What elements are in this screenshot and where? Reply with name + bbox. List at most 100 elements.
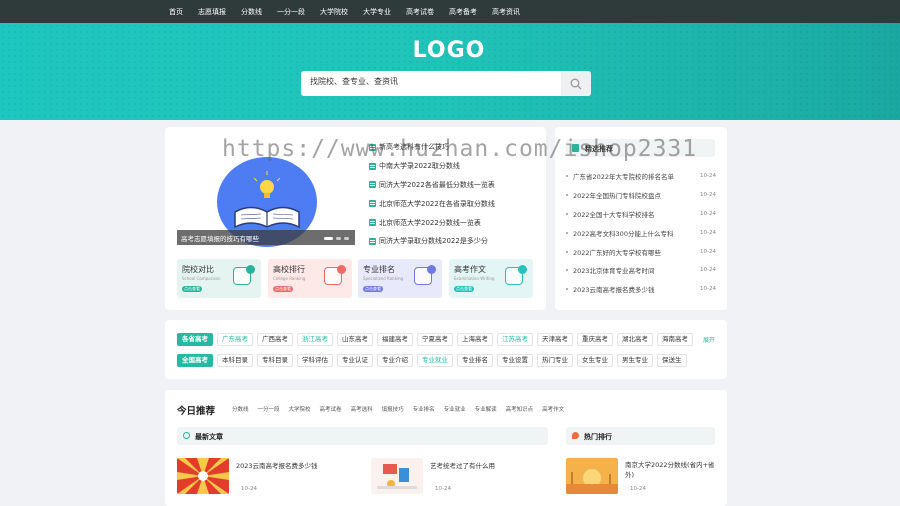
nav-item[interactable]: 一分一段: [277, 7, 305, 17]
recommend-tab[interactable]: 一分一段: [258, 405, 280, 413]
nav-item[interactable]: 大学专业: [363, 7, 391, 17]
nav-item[interactable]: 高考备考: [449, 7, 477, 17]
expand-link[interactable]: 展开: [703, 335, 715, 344]
tag-item[interactable]: 江苏高考: [497, 333, 533, 346]
nav-item[interactable]: 首页: [169, 7, 183, 17]
recommend-item-title[interactable]: 2022广东好的大专学校有哪些: [573, 247, 696, 257]
news-item[interactable]: 同济大学录取分数线2022是多少分: [369, 232, 495, 251]
recommend-item[interactable]: 广东省2022年大专院校的排名名单 10-24: [566, 167, 716, 186]
feature-tile[interactable]: 院校对比 School Comparison 点击查看: [177, 259, 261, 298]
tag-item[interactable]: 热门专业: [537, 354, 573, 367]
recommend-item-title[interactable]: 2022年全国热门专科院校盘点: [573, 190, 696, 200]
article-title[interactable]: 南京大学2022分数线(省内+省外): [625, 460, 720, 480]
recommend-item[interactable]: 2022全国十大专科学校排名 10-24: [566, 205, 716, 224]
article-title[interactable]: 艺考统考过了有什么用: [430, 460, 495, 470]
feature-tile[interactable]: 高考作文 Examination Writing 点击查看: [449, 259, 533, 298]
recommend-item-date: 10-24: [700, 173, 716, 180]
pager-dot[interactable]: [344, 237, 349, 240]
tag-item[interactable]: 全国高考: [177, 354, 213, 367]
nav-item[interactable]: 志愿填报: [198, 7, 226, 17]
news-item-title[interactable]: 中南大学录2022取分数线: [379, 161, 460, 171]
tag-item[interactable]: 专业认证: [337, 354, 373, 367]
latest-articles-title: 最新文章: [195, 433, 223, 441]
recommend-item[interactable]: 2022高考文科300分能上什么专科 10-24: [566, 223, 716, 242]
pager-dot[interactable]: [324, 237, 333, 240]
recommend-tab[interactable]: 分数线: [232, 405, 249, 413]
tag-item[interactable]: 本科目录: [217, 354, 253, 367]
search-box: [301, 71, 591, 96]
news-item-title[interactable]: 北京师范大学2022在各省录取分数线: [379, 199, 495, 209]
search-input[interactable]: [310, 77, 550, 86]
tile-view-button[interactable]: 点击查看: [273, 286, 293, 292]
news-item[interactable]: 同济大学2022各省最低分数线一览表: [369, 176, 495, 195]
nav-item[interactable]: 大学院校: [320, 7, 348, 17]
article-card[interactable]: 艺考统考过了有什么用 10-24: [371, 458, 551, 498]
tag-item[interactable]: 保送生: [657, 354, 687, 367]
recommend-tab[interactable]: 专业就业: [444, 405, 466, 413]
feature-tile[interactable]: 专业排名 Specialized Ranking 点击查看: [358, 259, 442, 298]
tag-item[interactable]: 男生专业: [617, 354, 653, 367]
tag-item[interactable]: 福建高考: [377, 333, 413, 346]
news-item[interactable]: 北京师范大学2022分数线一览表: [369, 213, 495, 232]
news-item[interactable]: 北京师范大学2022在各省录取分数线: [369, 194, 495, 213]
news-item-title[interactable]: 北京师范大学2022分数线一览表: [379, 218, 481, 228]
tag-item[interactable]: 天津高考: [537, 333, 573, 346]
tile-view-button[interactable]: 点击查看: [182, 286, 202, 292]
article-card[interactable]: 南京大学2022分数线(省内+省外) 10-24: [566, 458, 721, 498]
fire-icon: [572, 432, 579, 439]
nav-item[interactable]: 高考试卷: [406, 7, 434, 17]
tile-badge: [518, 265, 527, 274]
recommend-tab[interactable]: 填报技巧: [382, 405, 404, 413]
tag-item[interactable]: 专业设置: [497, 354, 533, 367]
recommend-item[interactable]: 2023云南高考报名费多少钱 10-24: [566, 280, 716, 299]
recommend-item-title[interactable]: 2022全国十大专科学校排名: [573, 209, 696, 219]
article-title[interactable]: 2023云南高考报名费多少钱: [236, 460, 318, 470]
recommend-item-title[interactable]: 2023北京体育专业高考时间: [573, 265, 696, 275]
tag-item[interactable]: 专业排名: [457, 354, 493, 367]
news-item-title[interactable]: 同济大学录取分数线2022是多少分: [379, 236, 488, 246]
recommend-item-title[interactable]: 广东省2022年大专院校的排名名单: [573, 171, 696, 181]
nav-item[interactable]: 高考资讯: [492, 7, 520, 17]
recommend-tab[interactable]: 高考作文: [542, 405, 564, 413]
site-logo[interactable]: LOGO: [409, 38, 489, 63]
tag-item[interactable]: 山东高考: [337, 333, 373, 346]
recommend-tab[interactable]: 专业排名: [413, 405, 435, 413]
tag-item[interactable]: 各省高考: [177, 333, 213, 346]
tile-badge: [427, 265, 436, 274]
recommend-item[interactable]: 2022广东好的大专学校有哪些 10-24: [566, 242, 716, 261]
tag-item[interactable]: 专业介绍: [377, 354, 413, 367]
tag-item[interactable]: 宁夏高考: [417, 333, 453, 346]
tag-item[interactable]: 上海高考: [457, 333, 493, 346]
search-button[interactable]: [561, 71, 591, 96]
recommend-tab[interactable]: 高考选科: [351, 405, 373, 413]
tag-item[interactable]: 学科评估: [297, 354, 333, 367]
tag-item[interactable]: 专科目录: [257, 354, 293, 367]
feature-tile[interactable]: 高校排行 College Ranking 点击查看: [268, 259, 352, 298]
tag-item[interactable]: 湖北高考: [617, 333, 653, 346]
recommend-item-date: 10-24: [700, 210, 716, 217]
recommend-item-title[interactable]: 2023云南高考报名费多少钱: [573, 284, 696, 294]
recommend-tab[interactable]: 高考知识点: [506, 405, 534, 413]
news-item-title[interactable]: 同济大学2022各省最低分数线一览表: [379, 180, 495, 190]
tag-item[interactable]: 女生专业: [577, 354, 613, 367]
bullet: [566, 288, 568, 291]
recommend-item[interactable]: 2022年全国热门专科院校盘点 10-24: [566, 186, 716, 205]
nav-item[interactable]: 分数线: [241, 7, 262, 17]
tag-item[interactable]: 广东高考: [217, 333, 253, 346]
tag-item[interactable]: 广西高考: [257, 333, 293, 346]
pager-dot[interactable]: [336, 237, 341, 240]
tile-view-button[interactable]: 点击查看: [454, 286, 474, 292]
recommend-tab[interactable]: 高考试卷: [320, 405, 342, 413]
recommend-tab[interactable]: 大学院校: [289, 405, 311, 413]
tag-item[interactable]: 重庆高考: [577, 333, 613, 346]
recommend-item-title[interactable]: 2022高考文科300分能上什么专科: [573, 228, 696, 238]
recommend-tab[interactable]: 专业解读: [475, 405, 497, 413]
starburst-image: [177, 458, 229, 494]
tag-item[interactable]: 浙江高考: [297, 333, 333, 346]
tag-item[interactable]: 专业就业: [417, 354, 453, 367]
tile-view-button[interactable]: 点击查看: [363, 286, 383, 292]
article-card[interactable]: 2023云南高考报名费多少钱 10-24: [177, 458, 357, 498]
tag-item[interactable]: 海南高考: [657, 333, 693, 346]
bullet: [566, 269, 568, 272]
recommend-item[interactable]: 2023北京体育专业高考时间 10-24: [566, 261, 716, 280]
